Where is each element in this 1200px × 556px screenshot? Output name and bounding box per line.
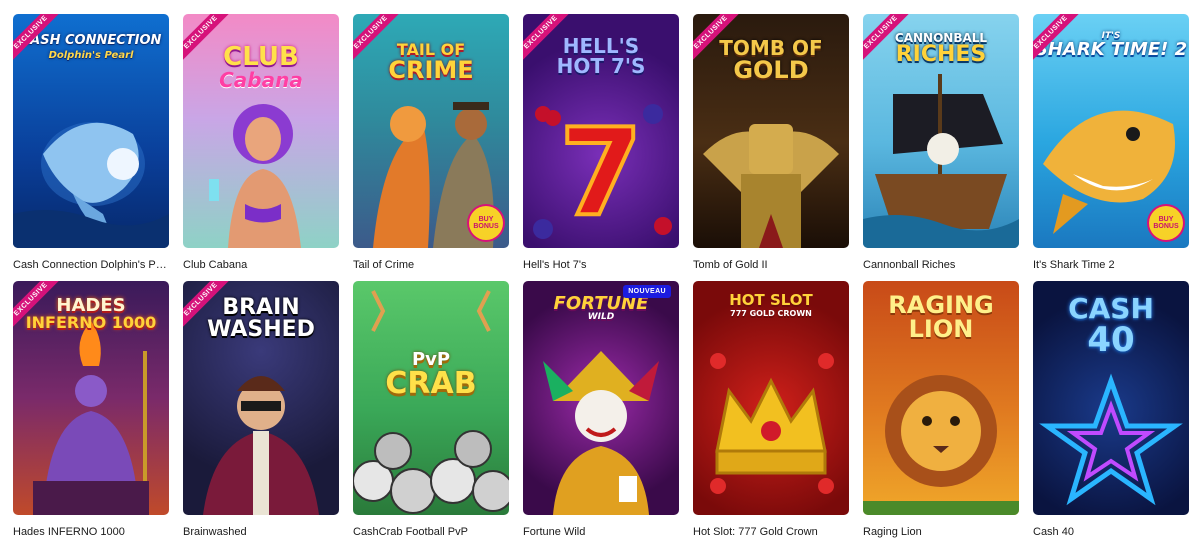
buy-bonus-badge: BUY BONUS <box>469 206 503 240</box>
game-card-tomb-of-gold-ii[interactable]: TOMB OF GOLD EXCLUSIVE Tomb of Gold II <box>693 14 849 273</box>
svg-text:7: 7 <box>559 104 643 243</box>
game-thumbnail[interactable]: IT'S SHARK TIME! 2 BUY BONUS EXCLUSIVE <box>1033 14 1189 248</box>
game-card-hades-inferno-1000[interactable]: HADES INFERNO 1000 EXCLUSIVE Hades INFER… <box>13 281 169 540</box>
game-card-hot-slot-777-gold-crown[interactable]: HOT SLOT 777 GOLD CROWN Hot Slot: 777 Go… <box>693 281 849 540</box>
game-logo: CANNONBALL RICHES <box>894 31 988 67</box>
game-thumbnail[interactable]: CASH CONNECTION Dolphin's Pearl EXCLUSIV… <box>13 14 169 248</box>
game-thumbnail[interactable]: HADES INFERNO 1000 EXCLUSIVE <box>13 281 169 515</box>
game-title[interactable]: Fortune Wild <box>523 526 679 540</box>
game-card-cash-40[interactable]: CASH 40 Cash 40 <box>1033 281 1189 540</box>
game-thumbnail[interactable]: CASH 40 <box>1033 281 1189 515</box>
game-title[interactable]: Cannonball Riches <box>863 259 1019 273</box>
game-title[interactable]: Cash 40 <box>1033 526 1189 540</box>
game-thumbnail[interactable]: FORTUNE WILD NOUVEAU <box>523 281 679 515</box>
game-logo: HELL'S HOT 7'S <box>556 34 646 78</box>
game-logo: RAGING LION <box>888 291 994 343</box>
game-card-raging-lion[interactable]: RAGING LION Raging Lion <box>863 281 1019 540</box>
game-logo: PvP CRAB <box>385 349 477 401</box>
game-title[interactable]: Cash Connection Dolphin's Pearl <box>13 259 169 273</box>
game-card-cashcrab-football-pvp[interactable]: PvP CRAB CashCrab Football PvP <box>353 281 509 540</box>
game-thumbnail[interactable]: CANNONBALL RICHES EXCLUSIVE <box>863 14 1019 248</box>
game-logo: BRAIN WASHED <box>207 295 315 342</box>
game-title[interactable]: Club Cabana <box>183 259 339 273</box>
game-logo: HOT SLOT 777 GOLD CROWN <box>729 291 813 318</box>
game-thumbnail[interactable]: CLUB Cabana EXCLUSIVE <box>183 14 339 248</box>
game-title[interactable]: Brainwashed <box>183 526 339 540</box>
game-grid: CASH CONNECTION Dolphin's Pearl EXCLUSIV… <box>13 14 1189 540</box>
game-card-cannonball-riches[interactable]: CANNONBALL RICHES EXCLUSIVE Cannonball R… <box>863 14 1019 273</box>
game-title[interactable]: Hell's Hot 7's <box>523 259 679 273</box>
buy-bonus-badge: BUY BONUS <box>1149 206 1183 240</box>
game-title[interactable]: It's Shark Time 2 <box>1033 259 1189 273</box>
game-title[interactable]: Tomb of Gold II <box>693 259 849 273</box>
game-thumbnail[interactable]: TOMB OF GOLD EXCLUSIVE <box>693 14 849 248</box>
new-badge: NOUVEAU <box>623 285 671 298</box>
game-title[interactable]: CashCrab Football PvP <box>353 526 509 540</box>
game-logo: TAIL OF CRIME <box>388 40 474 84</box>
game-card-brainwashed[interactable]: BRAIN WASHED EXCLUSIVE Brainwashed <box>183 281 339 540</box>
game-card-hells-hot-7s[interactable]: 7 HELL'S HOT 7'S EXCLUSIVE Hell's Hot 7'… <box>523 14 679 273</box>
game-title[interactable]: Hades INFERNO 1000 <box>13 526 169 540</box>
game-title[interactable]: Tail of Crime <box>353 259 509 273</box>
game-logo: CLUB Cabana <box>219 42 303 92</box>
game-card-its-shark-time-2[interactable]: IT'S SHARK TIME! 2 BUY BONUS EXCLUSIVE I… <box>1033 14 1189 273</box>
game-card-tail-of-crime[interactable]: TAIL OF CRIME BUY BONUS EXCLUSIVE Tail o… <box>353 14 509 273</box>
game-thumbnail[interactable]: PvP CRAB <box>353 281 509 515</box>
game-thumbnail[interactable]: TAIL OF CRIME BUY BONUS EXCLUSIVE <box>353 14 509 248</box>
game-logo: TOMB OF GOLD <box>719 36 823 84</box>
game-logo: CASH CONNECTION Dolphin's Pearl <box>20 33 162 61</box>
game-card-fortune-wild[interactable]: FORTUNE WILD NOUVEAU Fortune Wild <box>523 281 679 540</box>
game-thumbnail[interactable]: HOT SLOT 777 GOLD CROWN <box>693 281 849 515</box>
game-logo: FORTUNE WILD <box>553 293 649 322</box>
game-title[interactable]: Raging Lion <box>863 526 1019 540</box>
game-thumbnail[interactable]: BRAIN WASHED EXCLUSIVE <box>183 281 339 515</box>
game-thumbnail[interactable]: RAGING LION <box>863 281 1019 515</box>
game-card-club-cabana[interactable]: CLUB Cabana EXCLUSIVE Club Cabana <box>183 14 339 273</box>
game-thumbnail[interactable]: 7 HELL'S HOT 7'S EXCLUSIVE <box>523 14 679 248</box>
game-logo: CASH 40 <box>1068 292 1154 360</box>
game-title[interactable]: Hot Slot: 777 Gold Crown <box>693 526 849 540</box>
game-card-cash-connection[interactable]: CASH CONNECTION Dolphin's Pearl EXCLUSIV… <box>13 14 169 273</box>
